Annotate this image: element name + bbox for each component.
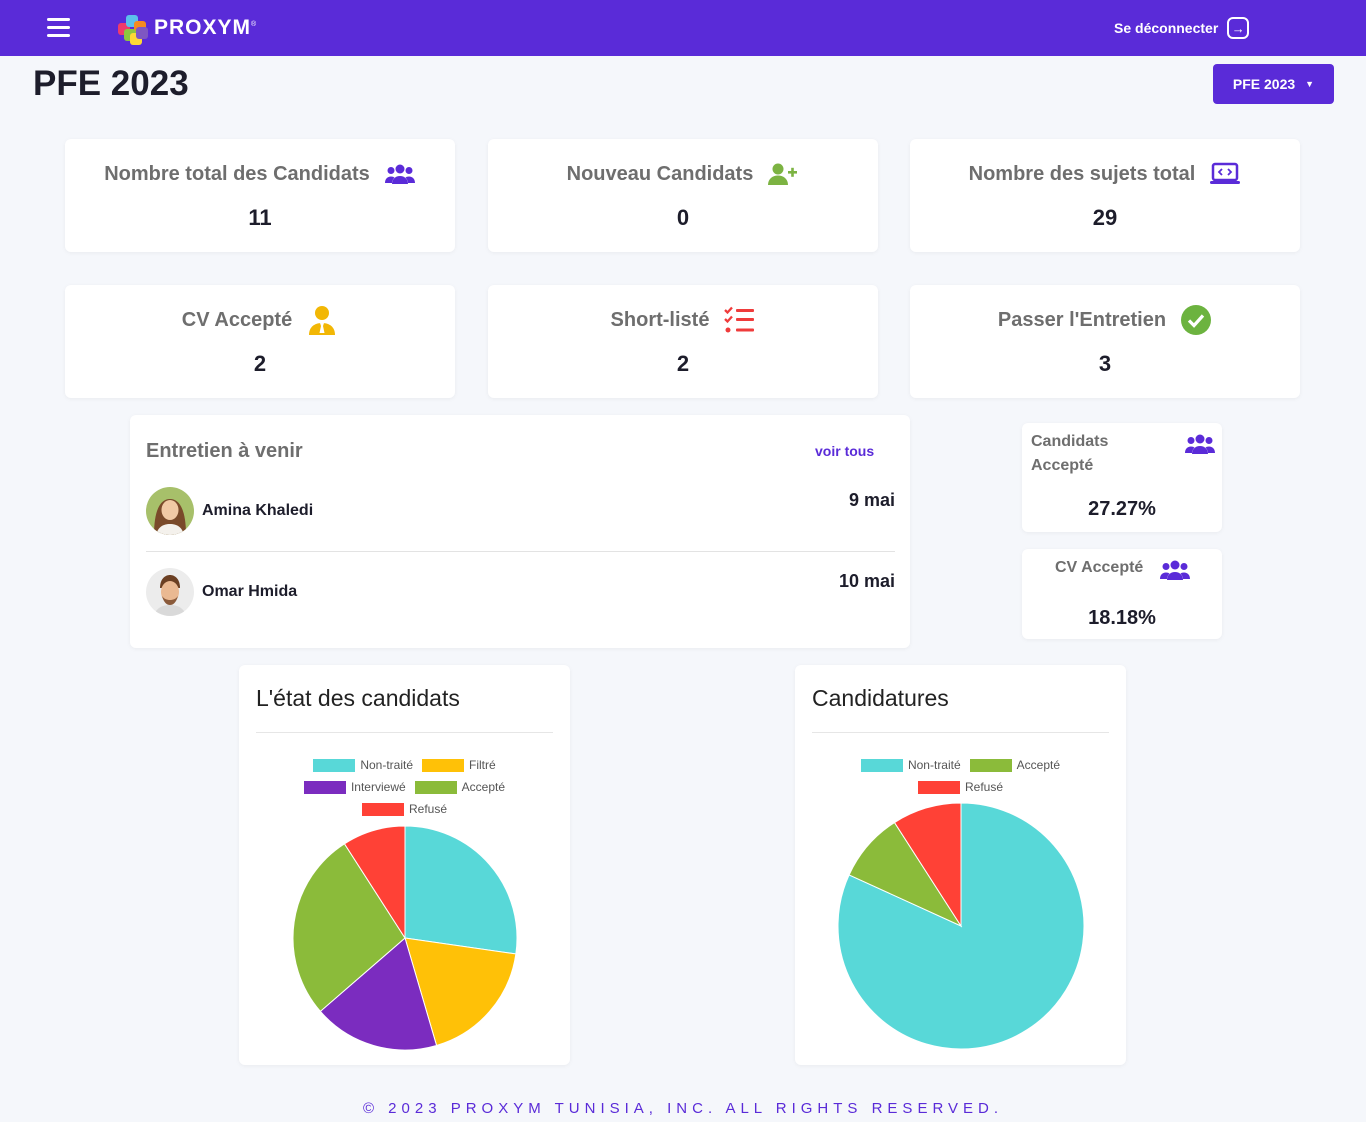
rate-value: 18.18% [1088, 607, 1156, 629]
rate-label-line: Candidats [1031, 433, 1109, 450]
legend-item[interactable]: Accepté [969, 758, 1061, 772]
year-select[interactable]: PFE 2023 ▼ [1213, 64, 1334, 104]
user-plus-icon [767, 158, 799, 190]
logout-button[interactable]: Se déconnecter → [1114, 16, 1250, 40]
logout-icon: → [1227, 17, 1250, 39]
logout-label: Se déconnecter [1114, 20, 1219, 36]
legend-label: Refusé [964, 780, 1004, 794]
chart-legend: Interviewé Accepté [239, 780, 570, 794]
interview-row[interactable]: Omar Hmida 10 mai [146, 568, 895, 628]
user-tie-icon [306, 304, 338, 336]
stat-card-interview: Passer l'Entretien 3 [910, 285, 1300, 398]
legend-item[interactable]: Interviewé [303, 780, 406, 794]
rate-card-candidates-accepted: Candidats Accepté 27.27% [1022, 423, 1222, 532]
legend-label: Filtré [469, 758, 496, 772]
pie-chart [292, 825, 518, 1051]
pie-slice-non-trait-[interactable] [404, 825, 518, 955]
divider [256, 732, 553, 733]
chart-card-candidate-status: L'état des candidats Non-traité Filtré I… [239, 665, 570, 1065]
brand-logo[interactable]: PROXYM® [116, 12, 258, 45]
chart-title: Candidatures [812, 685, 949, 711]
rate-label: Candidats Accepté [1031, 430, 1108, 478]
candidate-name: Amina Khaledi [202, 502, 314, 519]
users-icon [1160, 558, 1190, 584]
legend-item[interactable]: Accepté [414, 780, 506, 794]
legend-swatch [414, 780, 457, 794]
stat-card-new-candidates: Nouveau Candidats 0 [488, 139, 878, 252]
menu-toggle-icon[interactable] [47, 18, 70, 38]
rate-card-cv-accepted: CV Accepté 18.18% [1022, 549, 1222, 639]
legend-swatch [917, 780, 960, 794]
avatar [146, 568, 194, 616]
legend-item[interactable]: Non-traité [860, 758, 961, 772]
stat-card-cv-accepted: CV Accepté 2 [65, 285, 455, 398]
legend-label: Accepté [1016, 758, 1061, 772]
stat-label: Passer l'Entretien [997, 308, 1167, 331]
chart-legend: Refusé [239, 802, 570, 816]
candidate-name: Omar Hmida [202, 583, 298, 600]
pie-chart [837, 802, 1085, 1050]
rate-label-line: Accepté [1031, 457, 1094, 474]
interview-date: 10 mai [838, 571, 895, 591]
top-navbar: PROXYM® Se déconnecter → [0, 0, 1366, 56]
page-title: PFE 2023 [33, 64, 189, 103]
rate-value: 27.27% [1088, 498, 1156, 520]
legend-label: Non-traité [907, 758, 961, 772]
divider [812, 732, 1109, 733]
users-icon [1185, 432, 1215, 458]
chart-legend: Refusé [795, 780, 1126, 794]
legend-label: Non-traité [360, 758, 413, 772]
stat-value: 11 [248, 205, 272, 230]
chart-legend: Non-traité Filtré [239, 758, 570, 772]
legend-swatch [969, 758, 1012, 772]
chart-legend: Non-traité Accepté [795, 758, 1126, 772]
legend-item[interactable]: Non-traité [313, 758, 413, 772]
legend-swatch [860, 758, 903, 772]
stat-label: Nouveau Candidats [566, 162, 754, 185]
year-select-value: PFE 2023 [1232, 76, 1296, 92]
legend-item[interactable]: Refusé [361, 802, 448, 816]
footer-copyright: © 2023 PROXYM TUNISIA, INC. ALL RIGHTS R… [362, 1100, 1004, 1117]
stat-card-shortlisted: Short-listé 2 [488, 285, 878, 398]
upcoming-interviews-card: Entretien à venir voir tous Amina Khaled… [130, 415, 910, 648]
check-circle-icon [1180, 304, 1212, 336]
stat-label: Nombre des sujets total [968, 162, 1196, 185]
legend-label: Interviewé [350, 780, 406, 794]
legend-swatch [422, 758, 464, 772]
legend-label: Refusé [408, 802, 448, 816]
stat-card-total-candidates: Nombre total des Candidats 11 [65, 139, 455, 252]
task-list-icon [723, 304, 755, 336]
users-icon [384, 158, 416, 190]
legend-swatch [361, 802, 404, 816]
chart-title: L'état des candidats [256, 685, 460, 711]
legend-item[interactable]: Refusé [917, 780, 1004, 794]
chart-card-applications: Candidatures Non-traité Accepté Refusé [795, 665, 1126, 1065]
rate-label: CV Accepté [1055, 559, 1144, 576]
stat-value: 2 [253, 351, 267, 376]
legend-label: Accepté [461, 780, 506, 794]
stat-card-total-subjects: Nombre des sujets total 29 [910, 139, 1300, 252]
stat-label: Short-listé [610, 308, 710, 331]
stat-value: 0 [676, 205, 690, 230]
upcoming-interviews-title: Entretien à venir [146, 440, 303, 462]
stat-label: Nombre total des Candidats [104, 162, 370, 185]
chevron-down-icon: ▼ [1305, 79, 1315, 89]
brand-logo-mark [116, 12, 152, 45]
laptop-code-icon [1209, 158, 1241, 190]
stat-value: 29 [1092, 205, 1118, 230]
interview-date: 9 mai [848, 490, 895, 510]
stat-value: 3 [1098, 351, 1112, 376]
stat-value: 2 [676, 351, 690, 376]
avatar [146, 487, 194, 535]
interview-row[interactable]: Amina Khaledi 9 mai [146, 487, 895, 547]
legend-swatch [313, 758, 356, 772]
legend-swatch [303, 780, 346, 794]
stat-label: CV Accepté [181, 308, 293, 331]
see-all-link[interactable]: voir tous [815, 443, 874, 459]
brand-name: PROXYM® [154, 16, 258, 39]
divider [146, 551, 895, 552]
legend-item[interactable]: Filtré [422, 758, 496, 772]
